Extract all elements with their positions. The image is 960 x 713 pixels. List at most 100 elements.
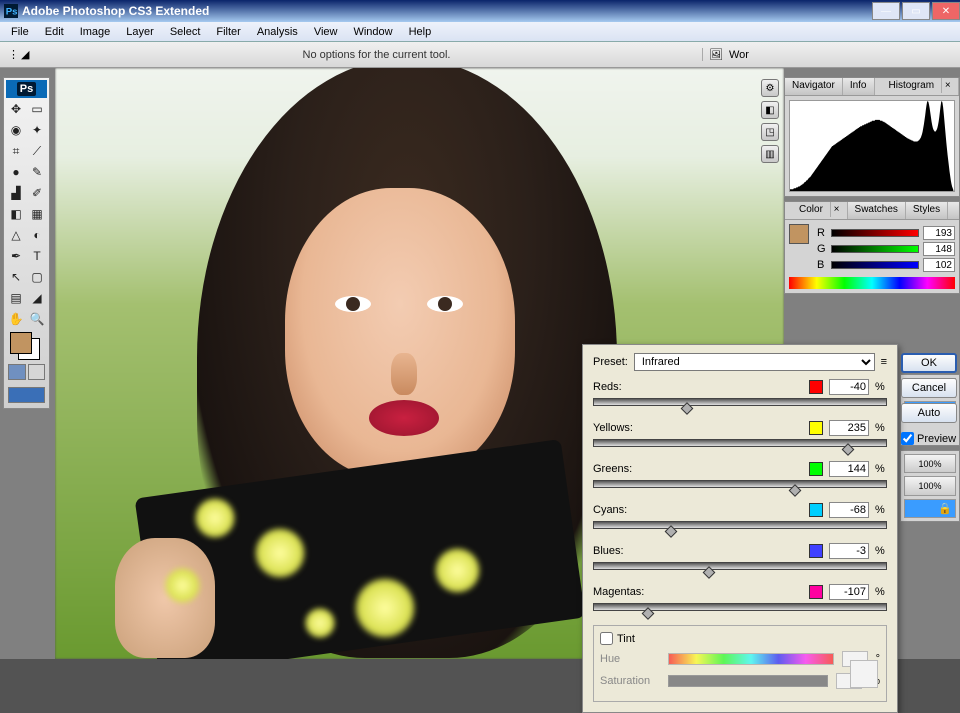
- channel-row: Cyans: %: [593, 502, 887, 529]
- toolbox[interactable]: Ps ✥ ▭ ◉ ✦ ⌗ ⟋ ● ✎ ▟ ✐ ◧ ▦ △ ◐ ✒ T ↖ ▢ ▤…: [3, 77, 50, 409]
- menu-analysis[interactable]: Analysis: [250, 25, 305, 39]
- tab-histogram[interactable]: Histogram ×: [875, 78, 959, 95]
- color-swatch[interactable]: [6, 332, 47, 360]
- current-tool-icon[interactable]: ◢: [21, 48, 39, 61]
- preset-select[interactable]: Infrared: [634, 353, 875, 371]
- tab-navigator[interactable]: Navigator: [785, 78, 843, 95]
- histogram-chart[interactable]: [789, 100, 955, 192]
- tint-checkbox[interactable]: [600, 632, 613, 645]
- collapsed-panel-icon[interactable]: ▥: [761, 145, 779, 163]
- channel-slider[interactable]: [593, 562, 887, 570]
- preview-check[interactable]: [901, 432, 914, 445]
- menu-layer[interactable]: Layer: [119, 25, 161, 39]
- tool-eyedropper[interactable]: ◢: [27, 288, 47, 308]
- options-grip-icon[interactable]: ⋮: [8, 48, 19, 61]
- tool-slice[interactable]: ⟋: [27, 141, 47, 161]
- preset-menu-icon[interactable]: ≡: [881, 356, 887, 368]
- tool-dodge[interactable]: ◐: [27, 225, 47, 245]
- tool-type[interactable]: T: [27, 246, 47, 266]
- channel-slider[interactable]: [593, 521, 887, 529]
- menu-window[interactable]: Window: [346, 25, 399, 39]
- cancel-button[interactable]: Cancel: [901, 378, 957, 398]
- ok-button[interactable]: OK: [901, 353, 957, 373]
- fg-swatch[interactable]: [789, 224, 809, 244]
- channel-slider[interactable]: [593, 603, 887, 611]
- maximize-button[interactable]: ▭: [902, 2, 930, 20]
- quickmask-button[interactable]: [8, 387, 45, 403]
- tool-brush[interactable]: ✎: [27, 162, 47, 182]
- channel-value[interactable]: [829, 379, 869, 395]
- tab-color[interactable]: Color ×: [785, 202, 848, 219]
- menu-select[interactable]: Select: [163, 25, 208, 39]
- tool-marquee[interactable]: ▭: [27, 99, 47, 119]
- tint-swatch[interactable]: [850, 660, 878, 688]
- opacity-readout[interactable]: 100%: [904, 454, 956, 473]
- menubar: File Edit Image Layer Select Filter Anal…: [0, 22, 960, 42]
- tool-pen[interactable]: ✒: [6, 246, 26, 266]
- g-slider[interactable]: [831, 245, 919, 253]
- auto-button[interactable]: Auto: [901, 403, 957, 423]
- tool-lasso[interactable]: ◉: [6, 120, 26, 140]
- toolbox-header[interactable]: Ps: [6, 80, 47, 98]
- channel-slider[interactable]: [593, 439, 887, 447]
- minimize-button[interactable]: —: [872, 2, 900, 20]
- foreground-color-swatch[interactable]: [10, 332, 32, 354]
- channel-value[interactable]: [829, 584, 869, 600]
- tool-hand[interactable]: ✋: [6, 309, 26, 329]
- tab-info[interactable]: Info: [843, 78, 875, 95]
- hue-slider[interactable]: [668, 653, 834, 665]
- workspace-label: Wor: [729, 49, 749, 61]
- channel-value[interactable]: [829, 502, 869, 518]
- g-value[interactable]: [923, 242, 955, 256]
- menu-image[interactable]: Image: [73, 25, 118, 39]
- mode-fullscreen-menu[interactable]: [28, 364, 46, 380]
- tool-healing[interactable]: ●: [6, 162, 26, 182]
- tool-zoom[interactable]: 🔍: [27, 309, 47, 329]
- fill-readout[interactable]: 100%: [904, 476, 956, 495]
- tab-swatches[interactable]: Swatches: [848, 202, 906, 219]
- tool-stamp[interactable]: ▟: [6, 183, 26, 203]
- tool-history-brush[interactable]: ✐: [27, 183, 47, 203]
- channel-swatch: [809, 421, 823, 435]
- workspace-switcher[interactable]: 🖼 Wor: [702, 48, 952, 61]
- tool-wand[interactable]: ✦: [27, 120, 47, 140]
- channel-value[interactable]: [829, 543, 869, 559]
- close-button[interactable]: ✕: [932, 2, 960, 20]
- tool-crop[interactable]: ⌗: [6, 141, 26, 161]
- channel-slider[interactable]: [593, 398, 887, 406]
- menu-file[interactable]: File: [4, 25, 36, 39]
- collapsed-panel-icon[interactable]: ⚙: [761, 79, 779, 97]
- tool-move[interactable]: ✥: [6, 99, 26, 119]
- collapsed-panel-icon[interactable]: ◳: [761, 123, 779, 141]
- menu-edit[interactable]: Edit: [38, 25, 71, 39]
- color-spectrum[interactable]: [789, 277, 955, 289]
- tool-shape[interactable]: ▢: [27, 267, 47, 287]
- color-panel-swatches[interactable]: [789, 224, 809, 274]
- tool-eraser[interactable]: ◧: [6, 204, 26, 224]
- tab-styles[interactable]: Styles: [906, 202, 948, 219]
- tool-path[interactable]: ↖: [6, 267, 26, 287]
- b-value[interactable]: [923, 258, 955, 272]
- menu-help[interactable]: Help: [402, 25, 439, 39]
- r-slider[interactable]: [831, 229, 919, 237]
- layers-panel-peek-2[interactable]: 100% 100% 🔒: [900, 450, 960, 522]
- channel-value[interactable]: [829, 420, 869, 436]
- window-titlebar: Ps Adobe Photoshop CS3 Extended — ▭ ✕: [0, 0, 960, 22]
- channel-slider[interactable]: [593, 480, 887, 488]
- mode-standard[interactable]: [8, 364, 26, 380]
- r-value[interactable]: [923, 226, 955, 240]
- tool-notes[interactable]: ▤: [6, 288, 26, 308]
- black-and-white-dialog[interactable]: OK Cancel Auto Preview Preset: Infrared …: [582, 344, 898, 713]
- active-layer[interactable]: 🔒: [904, 499, 956, 518]
- menu-filter[interactable]: Filter: [209, 25, 247, 39]
- tool-blur[interactable]: △: [6, 225, 26, 245]
- menu-view[interactable]: View: [307, 25, 345, 39]
- tool-gradient[interactable]: ▦: [27, 204, 47, 224]
- sat-slider[interactable]: [668, 675, 828, 687]
- channel-swatch: [809, 585, 823, 599]
- preview-checkbox[interactable]: Preview: [901, 432, 957, 445]
- channel-value[interactable]: [829, 461, 869, 477]
- collapsed-panel-icon[interactable]: ◧: [761, 101, 779, 119]
- b-slider[interactable]: [831, 261, 919, 269]
- sat-label: Saturation: [600, 675, 660, 687]
